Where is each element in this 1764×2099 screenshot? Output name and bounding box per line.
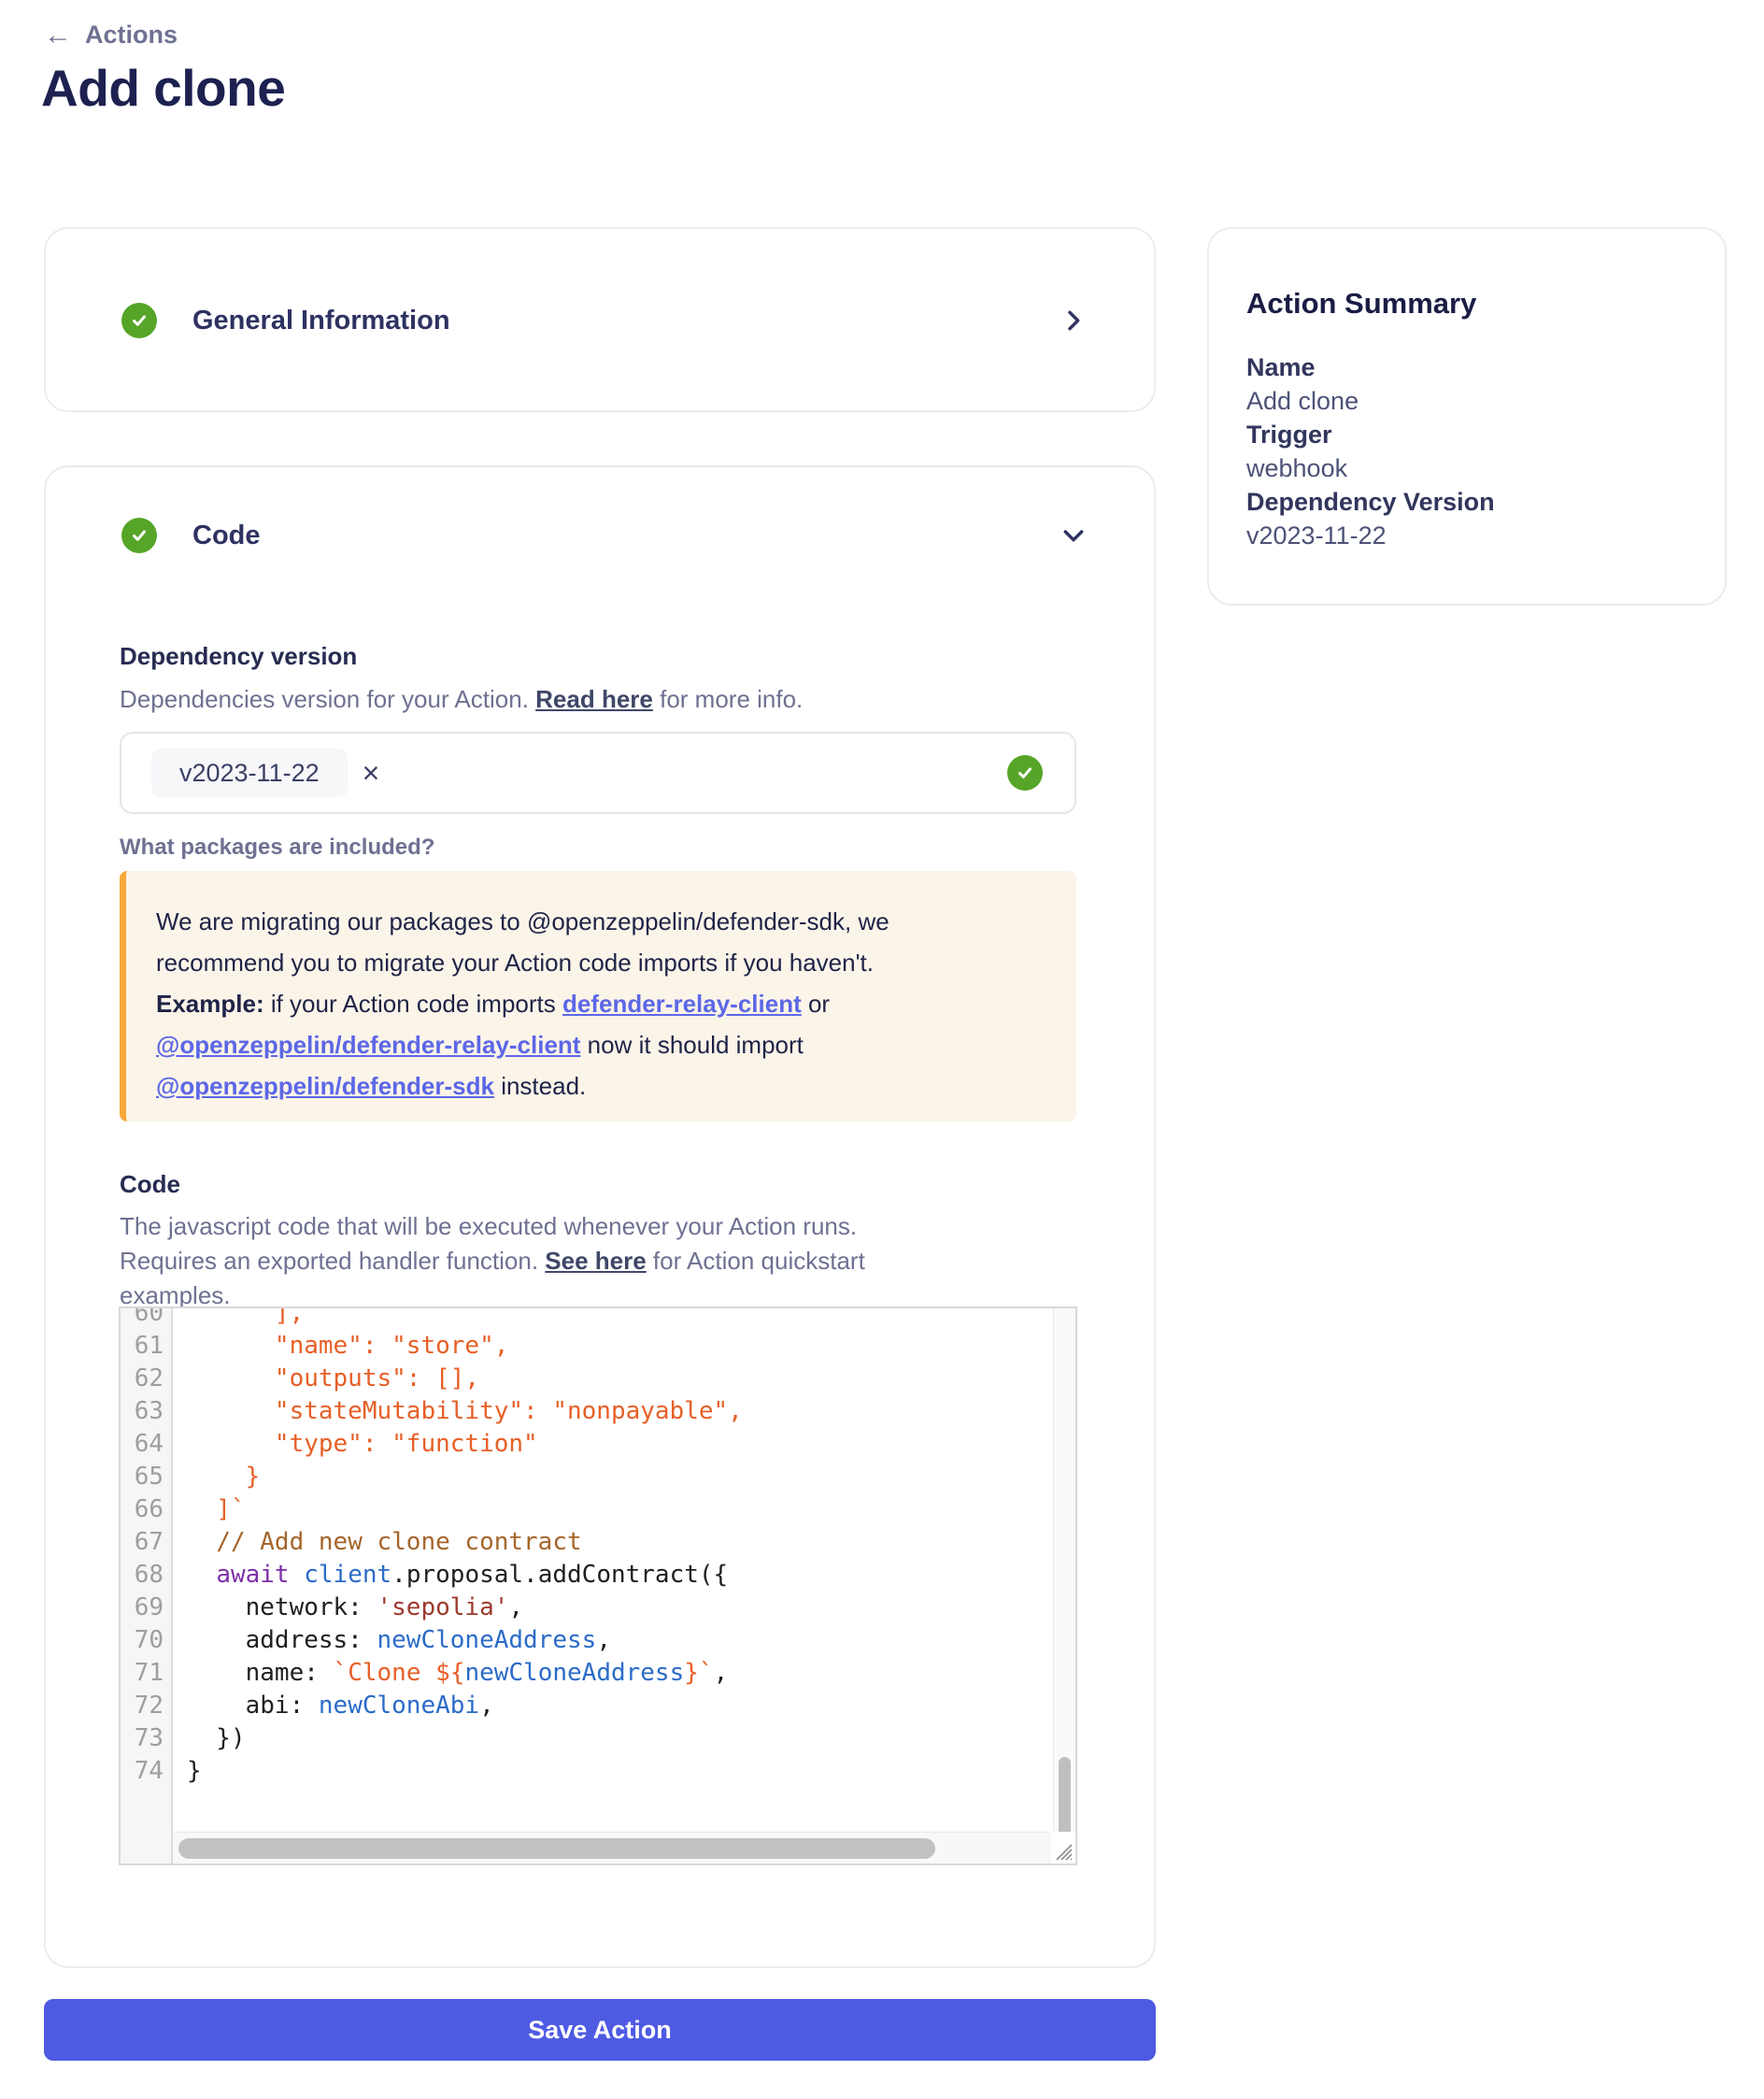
code-section-header[interactable]: Code — [46, 518, 1154, 553]
horizontal-scrollbar-thumb[interactable] — [178, 1838, 935, 1859]
dependency-version-tag-value: v2023-11-22 — [179, 759, 320, 788]
code-editor-gutter: 606162636465666768697071727374 — [121, 1308, 173, 1863]
summary-trigger-value: webhook — [1246, 451, 1495, 485]
vertical-scrollbar — [1053, 1308, 1075, 1832]
action-summary-title: Action Summary — [1246, 287, 1476, 321]
back-arrow-icon: ← — [44, 21, 72, 50]
success-check-icon — [121, 518, 157, 553]
dependency-version-input[interactable]: v2023-11-22 × — [120, 732, 1076, 814]
general-information-header[interactable]: General Information — [46, 303, 1154, 338]
code-editor-content[interactable]: ], "name": "store", "outputs": [], "stat… — [175, 1308, 1053, 1832]
chevron-right-icon[interactable] — [1059, 306, 1088, 336]
code-description: The javascript code that will be execute… — [120, 1209, 865, 1313]
breadcrumb-back-actions[interactable]: ← Actions — [44, 21, 178, 50]
migration-note: We are migrating our packages to @openze… — [120, 871, 1076, 1121]
valid-check-icon — [1007, 755, 1043, 791]
close-icon[interactable]: × — [363, 758, 380, 788]
horizontal-scrollbar — [173, 1832, 1051, 1863]
save-action-button[interactable]: Save Action — [44, 1999, 1156, 2061]
breadcrumb-label: Actions — [85, 21, 178, 50]
code-editor: 606162636465666768697071727374 ], "name"… — [119, 1307, 1077, 1865]
chevron-down-icon[interactable] — [1059, 521, 1088, 550]
summary-trigger-label: Trigger — [1246, 418, 1495, 451]
dependency-version-description: Dependencies version for your Action. Re… — [120, 682, 803, 717]
summary-name-value: Add clone — [1246, 384, 1495, 418]
page-root: ← Actions Add clone General Information … — [0, 0, 1764, 2099]
summary-dependency-value: v2023-11-22 — [1246, 519, 1495, 552]
action-summary-body: Name Add clone Trigger webhook Dependenc… — [1246, 350, 1495, 552]
general-information-card: General Information — [44, 227, 1156, 412]
code-label: Code — [120, 1170, 180, 1199]
dependency-version-label: Dependency version — [120, 642, 357, 671]
action-summary-card: Action Summary Name Add clone Trigger we… — [1207, 227, 1727, 606]
summary-dependency-label: Dependency Version — [1246, 485, 1495, 519]
summary-name-label: Name — [1246, 350, 1495, 384]
section-title-general: General Information — [192, 306, 450, 336]
dependency-version-tag: v2023-11-22 — [151, 749, 348, 797]
page-title: Add clone — [41, 58, 285, 118]
resize-handle-icon[interactable] — [1051, 1832, 1075, 1863]
success-check-icon — [121, 303, 157, 338]
section-title-code: Code — [192, 521, 261, 551]
packages-included-label: What packages are included? — [120, 835, 434, 861]
